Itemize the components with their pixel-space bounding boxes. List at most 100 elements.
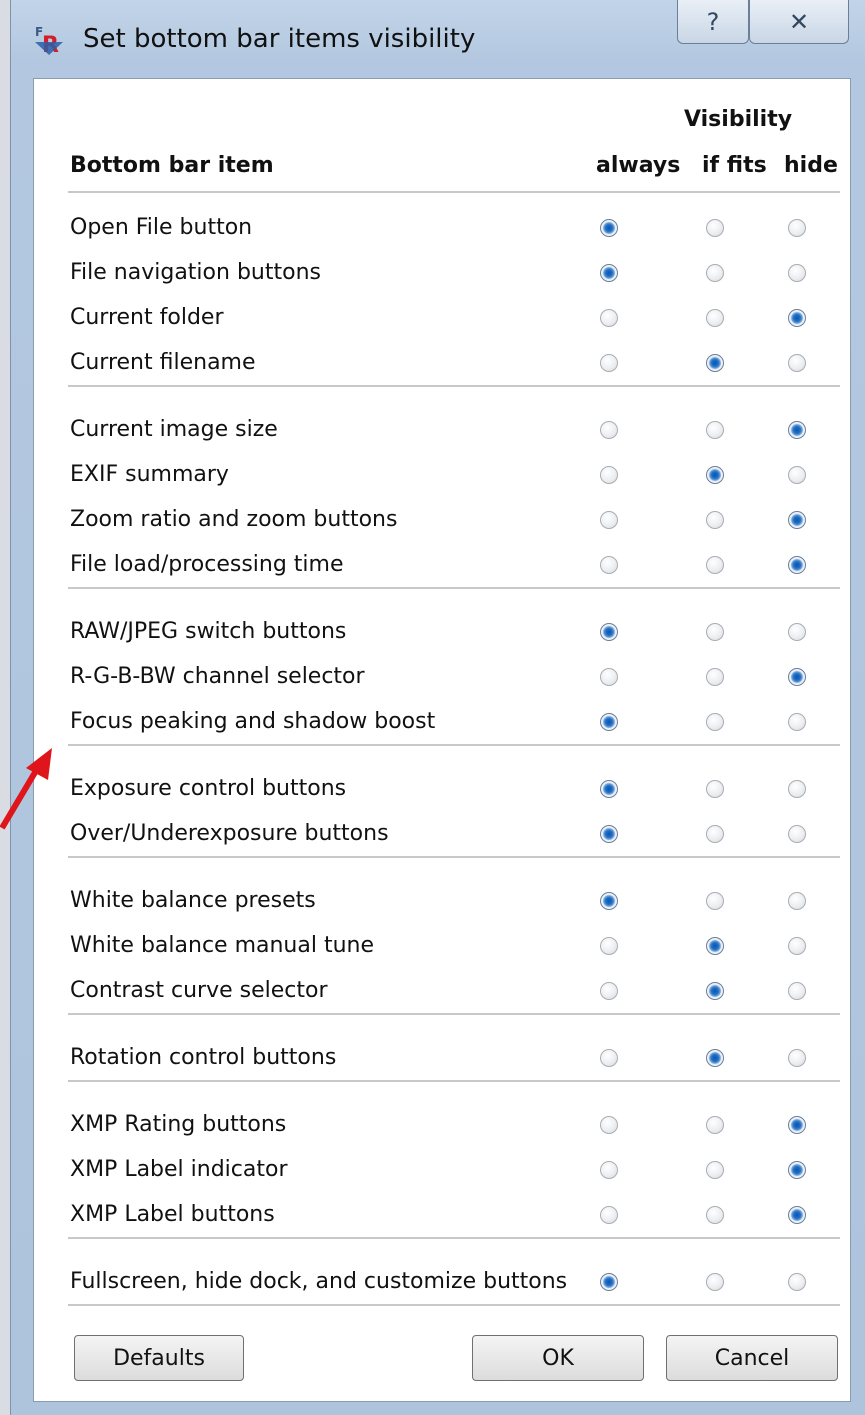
radio-always[interactable]: [600, 264, 618, 282]
radio-always[interactable]: [600, 1273, 618, 1291]
header-separator: [68, 191, 840, 193]
row-label: Zoom ratio and zoom buttons: [70, 507, 398, 532]
radio-hide[interactable]: [788, 668, 806, 686]
radio-if-fits[interactable]: [706, 421, 724, 439]
row-label: EXIF summary: [70, 462, 229, 487]
radio-hide[interactable]: [788, 219, 806, 237]
radio-hide[interactable]: [788, 1206, 806, 1224]
window-title: Set bottom bar items visibility: [83, 24, 476, 54]
radio-always[interactable]: [600, 1206, 618, 1224]
radio-hide[interactable]: [788, 421, 806, 439]
radio-always[interactable]: [600, 556, 618, 574]
radio-hide[interactable]: [788, 623, 806, 641]
group-separator: [68, 587, 840, 589]
radio-if-fits[interactable]: [706, 1049, 724, 1067]
radio-always[interactable]: [600, 511, 618, 529]
radio-if-fits[interactable]: [706, 511, 724, 529]
row-label: Focus peaking and shadow boost: [70, 709, 436, 734]
radio-if-fits[interactable]: [706, 1273, 724, 1291]
row-label: Current image size: [70, 417, 278, 442]
radio-hide[interactable]: [788, 1161, 806, 1179]
title-bar: F R Set bottom bar items visibility ? ✕: [11, 0, 865, 78]
row-label: White balance presets: [70, 888, 316, 913]
cancel-button[interactable]: Cancel: [666, 1335, 838, 1381]
help-button[interactable]: ?: [677, 0, 749, 44]
radio-if-fits[interactable]: [706, 466, 724, 484]
radio-if-fits[interactable]: [706, 1116, 724, 1134]
column-header-hide: hide: [784, 153, 838, 178]
row-label: File navigation buttons: [70, 260, 321, 285]
radio-always[interactable]: [600, 668, 618, 686]
row-label: XMP Label buttons: [70, 1202, 275, 1227]
radio-if-fits[interactable]: [706, 825, 724, 843]
radio-hide[interactable]: [788, 1116, 806, 1134]
radio-always[interactable]: [600, 466, 618, 484]
radio-always[interactable]: [600, 421, 618, 439]
radio-if-fits[interactable]: [706, 264, 724, 282]
radio-hide[interactable]: [788, 556, 806, 574]
dialog-content: Visibility Bottom bar item always if fit…: [33, 78, 851, 1402]
radio-always[interactable]: [600, 219, 618, 237]
radio-always[interactable]: [600, 892, 618, 910]
row-label: RAW/JPEG switch buttons: [70, 619, 347, 644]
radio-if-fits[interactable]: [706, 713, 724, 731]
group-separator: [68, 1013, 840, 1015]
radio-hide[interactable]: [788, 1049, 806, 1067]
row-label: R-G-B-BW channel selector: [70, 664, 365, 689]
radio-if-fits[interactable]: [706, 309, 724, 327]
radio-always[interactable]: [600, 937, 618, 955]
radio-if-fits[interactable]: [706, 219, 724, 237]
help-icon: ?: [706, 7, 720, 36]
close-button[interactable]: ✕: [749, 0, 849, 44]
close-icon: ✕: [788, 7, 810, 36]
radio-if-fits[interactable]: [706, 892, 724, 910]
radio-hide[interactable]: [788, 309, 806, 327]
radio-always[interactable]: [600, 982, 618, 1000]
radio-if-fits[interactable]: [706, 1161, 724, 1179]
row-label: Fullscreen, hide dock, and customize but…: [70, 1269, 568, 1294]
group-separator: [68, 744, 840, 746]
bottom-bar-item-header: Bottom bar item: [70, 153, 274, 178]
visibility-header: Visibility: [684, 107, 793, 132]
radio-hide[interactable]: [788, 1273, 806, 1291]
radio-hide[interactable]: [788, 780, 806, 798]
radio-always[interactable]: [600, 780, 618, 798]
row-label: Over/Underexposure buttons: [70, 821, 389, 846]
radio-hide[interactable]: [788, 264, 806, 282]
radio-if-fits[interactable]: [706, 668, 724, 686]
radio-always[interactable]: [600, 354, 618, 372]
radio-always[interactable]: [600, 1049, 618, 1067]
radio-hide[interactable]: [788, 466, 806, 484]
dialog-window: F R Set bottom bar items visibility ? ✕ …: [10, 0, 865, 1415]
radio-always[interactable]: [600, 1161, 618, 1179]
radio-hide[interactable]: [788, 982, 806, 1000]
radio-always[interactable]: [600, 309, 618, 327]
radio-always[interactable]: [600, 1116, 618, 1134]
radio-always[interactable]: [600, 713, 618, 731]
defaults-button[interactable]: Defaults: [74, 1335, 244, 1381]
radio-hide[interactable]: [788, 825, 806, 843]
row-label: File load/processing time: [70, 552, 344, 577]
radio-if-fits[interactable]: [706, 937, 724, 955]
radio-if-fits[interactable]: [706, 982, 724, 1000]
column-header-if-fits: if fits: [702, 153, 767, 178]
row-label: Exposure control buttons: [70, 776, 347, 801]
radio-hide[interactable]: [788, 354, 806, 372]
radio-hide[interactable]: [788, 713, 806, 731]
row-label: Current filename: [70, 350, 256, 375]
row-label: XMP Rating buttons: [70, 1112, 287, 1137]
radio-hide[interactable]: [788, 892, 806, 910]
column-header-always: always: [596, 153, 681, 178]
radio-if-fits[interactable]: [706, 354, 724, 372]
radio-always[interactable]: [600, 623, 618, 641]
row-label: White balance manual tune: [70, 933, 375, 958]
radio-if-fits[interactable]: [706, 556, 724, 574]
radio-always[interactable]: [600, 825, 618, 843]
radio-if-fits[interactable]: [706, 780, 724, 798]
radio-hide[interactable]: [788, 937, 806, 955]
ok-button[interactable]: OK: [472, 1335, 644, 1381]
radio-if-fits[interactable]: [706, 623, 724, 641]
radio-hide[interactable]: [788, 511, 806, 529]
group-separator: [68, 1080, 840, 1082]
radio-if-fits[interactable]: [706, 1206, 724, 1224]
